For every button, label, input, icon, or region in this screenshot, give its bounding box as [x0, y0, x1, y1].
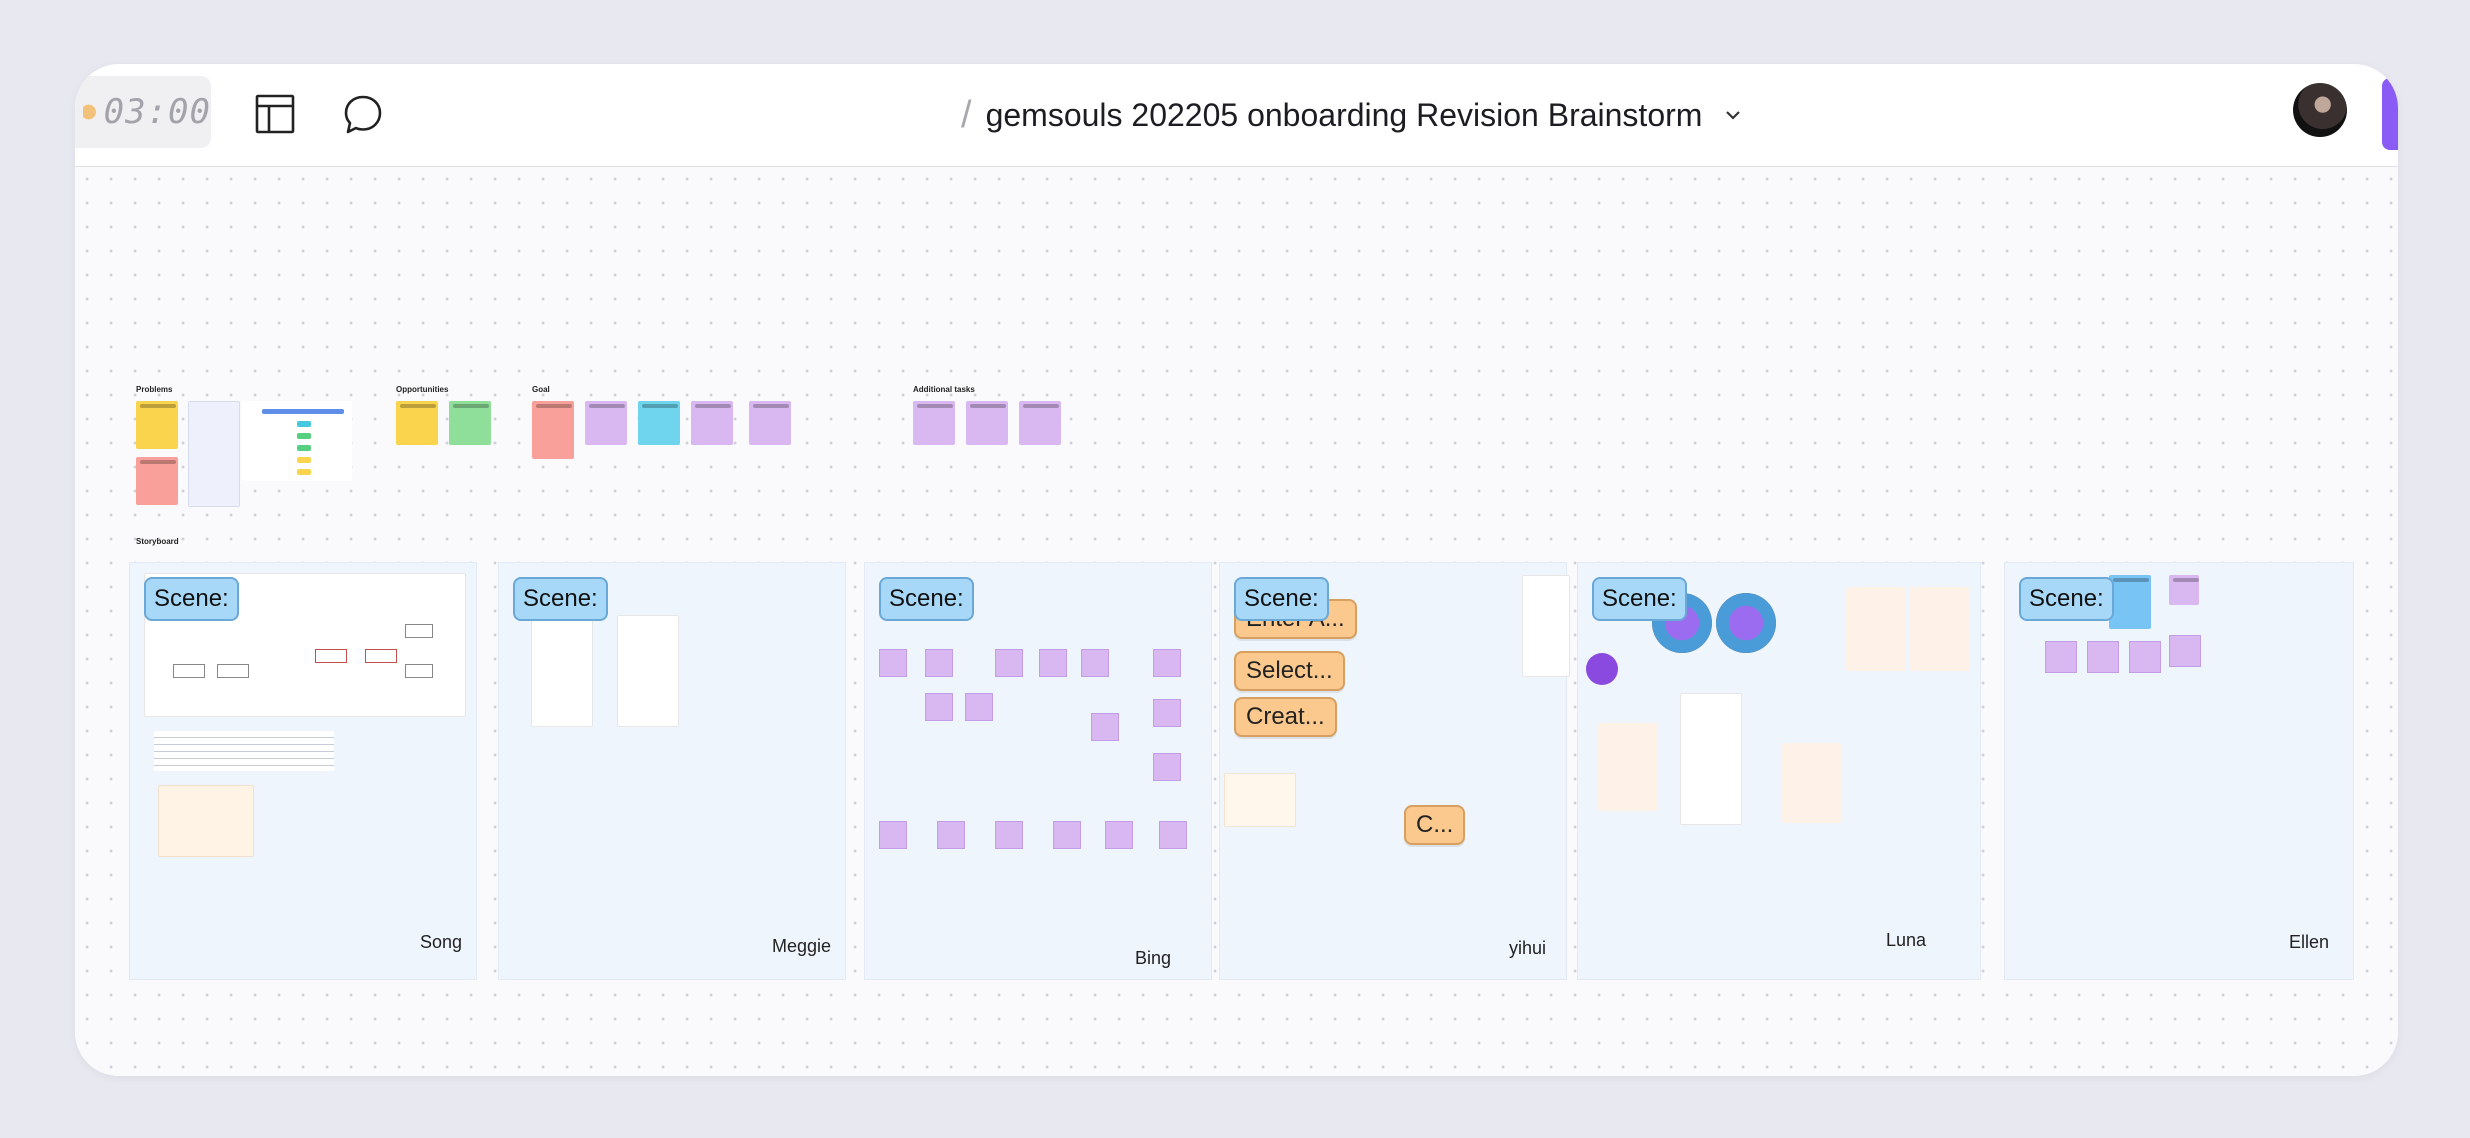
flow-node[interactable]	[1153, 699, 1181, 727]
frame-owner-name: yihui	[1508, 938, 1546, 958]
board-window: 03:00 / gemsouls 202205 onboarding Revis…	[75, 64, 2398, 1076]
flow-node[interactable]	[965, 693, 993, 721]
section-label-storyboard: Storyboard	[136, 537, 179, 546]
chevron-down-icon[interactable]	[1722, 104, 1744, 126]
flow-node[interactable]	[937, 821, 965, 849]
frame-owner-name: Ellen	[2288, 932, 2329, 952]
storyboard-frame-bing[interactable]: Scene: Bing	[864, 562, 1212, 980]
note-text	[154, 731, 334, 771]
screen-mockup[interactable]	[1522, 575, 1570, 677]
storyboard-frame-yihui[interactable]: Enter A... Select... Creat... C... Scene…	[1219, 562, 1570, 980]
timer[interactable]: 03:00	[75, 76, 211, 148]
avatar[interactable]	[2293, 83, 2347, 137]
screen-mockup[interactable]	[531, 615, 593, 727]
flow-node[interactable]	[1159, 821, 1187, 849]
toolbar: 03:00 / gemsouls 202205 onboarding Revis…	[75, 64, 2398, 167]
share-button[interactable]	[2382, 78, 2398, 150]
flow-node[interactable]	[1153, 649, 1181, 677]
flow-node[interactable]	[1153, 753, 1181, 781]
frame-owner-name: Meggie	[771, 936, 831, 956]
flow-node[interactable]	[1081, 649, 1109, 677]
breadcrumb-separator: /	[961, 93, 972, 136]
flow-node[interactable]	[925, 693, 953, 721]
whiteboard-canvas[interactable]: Problems Opportunities Goal Additional t…	[75, 167, 2398, 1076]
confirm-button[interactable]: C...	[1404, 805, 1466, 845]
screen-card[interactable]	[1910, 587, 1970, 671]
storyboard-frame-meggie[interactable]: Scene: Meggie	[498, 562, 846, 980]
flow-node[interactable]	[1091, 713, 1119, 741]
flow-node[interactable]	[925, 649, 953, 677]
screen-mockup[interactable]	[1680, 693, 1742, 825]
comment-card[interactable]	[158, 785, 254, 857]
section-label-goal: Goal	[532, 385, 550, 394]
flow-node[interactable]	[879, 821, 907, 849]
flow-node[interactable]	[995, 821, 1023, 849]
comment-icon[interactable]	[341, 92, 385, 136]
section-label-problems: Problems	[136, 385, 173, 394]
flow-node[interactable]	[2129, 641, 2161, 673]
sticky-note[interactable]	[1224, 773, 1296, 827]
layout-icon[interactable]	[253, 92, 297, 136]
screen-card[interactable]	[1782, 743, 1842, 823]
create-button[interactable]: Creat...	[1234, 697, 1337, 737]
flow-node[interactable]	[995, 649, 1023, 677]
board-title[interactable]: gemsouls 202205 onboarding Revision Brai…	[986, 97, 1703, 134]
timer-icon	[83, 104, 96, 120]
sticky-note[interactable]	[396, 401, 438, 445]
sticky-note[interactable]	[449, 401, 491, 445]
flow-node[interactable]	[2087, 641, 2119, 673]
sticky-note[interactable]	[691, 401, 733, 445]
sticky-note[interactable]	[2109, 575, 2151, 629]
frame-owner-name: Luna	[1885, 930, 1926, 950]
storyboard-frame-luna[interactable]: Scene: Luna	[1577, 562, 1981, 980]
flow-node[interactable]	[2169, 635, 2201, 667]
sticky-note[interactable]	[913, 401, 955, 445]
frame-owner-name: Song	[419, 932, 462, 952]
embedded-image[interactable]	[188, 401, 240, 507]
scene-badge[interactable]: Scene:	[1234, 577, 1329, 621]
scene-badge[interactable]: Scene:	[513, 577, 608, 621]
sticky-note[interactable]	[136, 457, 178, 505]
sticky-note[interactable]	[638, 401, 680, 445]
storyboard-frame-ellen[interactable]: Scene: Ellen	[2004, 562, 2354, 980]
sticky-note[interactable]	[532, 401, 574, 459]
scene-badge[interactable]: Scene:	[144, 577, 239, 621]
storyboard-frame-song[interactable]: Scene: Song	[129, 562, 477, 980]
frame-owner-name: Bing	[1134, 948, 1171, 968]
avatar-orb[interactable]	[1716, 593, 1776, 653]
flow-node[interactable]	[1053, 821, 1081, 849]
sticky-note[interactable]	[585, 401, 627, 445]
screen-card[interactable]	[1846, 587, 1906, 671]
scene-badge[interactable]: Scene:	[1592, 577, 1687, 621]
flow-node[interactable]	[879, 649, 907, 677]
sticky-note[interactable]	[749, 401, 791, 445]
select-button[interactable]: Select...	[1234, 651, 1345, 691]
sticky-note[interactable]	[2169, 575, 2199, 605]
board-title-area[interactable]: / gemsouls 202205 onboarding Revision Br…	[961, 90, 1744, 140]
section-label-opportunities: Opportunities	[396, 385, 449, 394]
section-label-additional-tasks: Additional tasks	[913, 385, 975, 394]
avatar-orb[interactable]	[1586, 653, 1618, 685]
flow-node[interactable]	[2045, 641, 2077, 673]
scene-badge[interactable]: Scene:	[879, 577, 974, 621]
sticky-note[interactable]	[136, 401, 178, 449]
sticky-note[interactable]	[966, 401, 1008, 445]
screen-mockup[interactable]	[617, 615, 679, 727]
timer-value: 03:00	[103, 92, 211, 132]
flow-node[interactable]	[1105, 821, 1133, 849]
sticky-note[interactable]	[1019, 401, 1061, 445]
embedded-diagram[interactable]	[242, 401, 352, 481]
flow-node[interactable]	[1039, 649, 1067, 677]
screen-card[interactable]	[1598, 723, 1658, 811]
scene-badge[interactable]: Scene:	[2019, 577, 2114, 621]
